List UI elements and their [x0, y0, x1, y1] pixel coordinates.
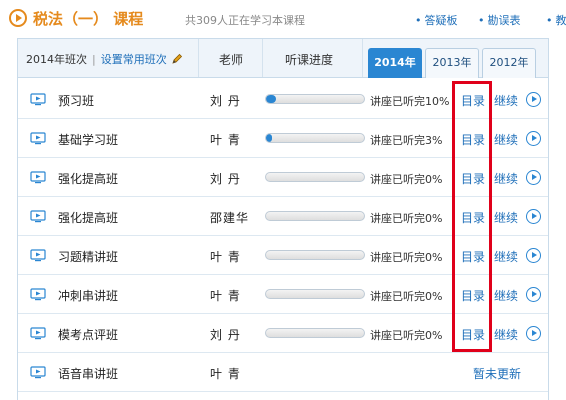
video-lecture-icon [30, 132, 46, 145]
menu-link[interactable]: 目录 [461, 170, 485, 187]
continue-link[interactable]: 继续 [494, 92, 518, 109]
errata-link[interactable]: • 勘误表 [478, 12, 521, 28]
play-icon[interactable] [526, 209, 541, 224]
teacher-name: 刘 丹 [210, 328, 241, 342]
class-name[interactable]: 习题精讲班 [58, 248, 118, 265]
progress-bar [265, 172, 365, 182]
table-row: 预习班 刘 丹 讲座已听完10% 目录 继续 [18, 80, 548, 119]
menu-link[interactable]: 目录 [461, 326, 485, 343]
course-title: 税法（一） 课程 [33, 10, 144, 28]
class-year-label: 2014年班次 | 设置常用班次 [26, 51, 183, 67]
link-separator [490, 249, 491, 262]
teacher-column-header: 老师 [219, 53, 244, 67]
class-name[interactable]: 模考点评班 [58, 326, 118, 343]
tab-2012[interactable]: 2012年 [482, 48, 536, 78]
progress-bar [265, 94, 365, 104]
pencil-icon[interactable] [171, 53, 183, 65]
link-separator [490, 210, 491, 223]
video-lecture-icon [30, 93, 46, 106]
progress-text: 讲座已听完0% [370, 251, 443, 264]
teaching-link[interactable]: • 教 [546, 12, 566, 28]
progress-text: 讲座已听完0% [370, 212, 443, 225]
teacher-name: 叶 青 [210, 133, 241, 147]
progress-bar [265, 250, 365, 260]
play-icon[interactable] [526, 326, 541, 341]
continue-link[interactable]: 继续 [494, 209, 518, 226]
progress-column-header: 听课进度 [285, 53, 334, 67]
tab-2014[interactable]: 2014年 [368, 48, 422, 78]
link-separator [490, 171, 491, 184]
video-lecture-icon [30, 366, 46, 379]
class-name[interactable]: 冲刺串讲班 [58, 287, 118, 304]
play-icon[interactable] [526, 131, 541, 146]
play-icon[interactable] [526, 248, 541, 263]
set-common-class-link[interactable]: 设置常用班次 [101, 53, 167, 66]
progress-text: 讲座已听完0% [370, 173, 443, 186]
link-separator [490, 288, 491, 301]
link-separator [490, 93, 491, 106]
menu-link[interactable]: 目录 [461, 248, 485, 265]
continue-link[interactable]: 继续 [494, 170, 518, 187]
table-row: 强化提高班 邵建华 讲座已听完0% 目录 继续 [18, 197, 548, 236]
class-table: 2014年班次 | 设置常用班次 老师 听课进度 2014年 2013年 2012年… [17, 38, 549, 400]
video-lecture-icon [30, 327, 46, 340]
continue-link[interactable]: 继续 [494, 248, 518, 265]
menu-link[interactable]: 目录 [461, 209, 485, 226]
video-lecture-icon [30, 171, 46, 184]
table-header: 2014年班次 | 设置常用班次 老师 听课进度 2014年 2013年 2012年 [18, 38, 548, 78]
link-separator [490, 327, 491, 340]
teacher-name: 邵建华 [210, 211, 250, 225]
table-row: 模考点评班 刘 丹 讲座已听完0% 目录 继续 [18, 314, 548, 353]
tab-2013[interactable]: 2013年 [425, 48, 479, 78]
play-icon[interactable] [526, 170, 541, 185]
progress-bar [265, 211, 365, 221]
course-topbar: 税法（一） 课程 共309人正在学习本课程 • 答疑板 • 勘误表 • 教 [0, 0, 566, 38]
qa-board-link[interactable]: • 答疑板 [415, 12, 458, 28]
menu-link[interactable]: 目录 [461, 287, 485, 304]
continue-link[interactable]: 继续 [494, 326, 518, 343]
table-row: 习题精讲班 叶 青 讲座已听完0% 目录 继续 [18, 236, 548, 275]
video-lecture-icon [30, 210, 46, 223]
play-circle-icon [9, 9, 27, 27]
class-name[interactable]: 强化提高班 [58, 170, 118, 187]
learner-count: 共309人正在学习本课程 [185, 14, 305, 27]
table-row: 冲刺串讲班 叶 青 讲座已听完0% 目录 继续 [18, 275, 548, 314]
table-row: 强化提高班 刘 丹 讲座已听完0% 目录 继续 [18, 158, 548, 197]
continue-link[interactable]: 继续 [494, 287, 518, 304]
class-name[interactable]: 基础学习班 [58, 131, 118, 148]
class-name[interactable]: 强化提高班 [58, 209, 118, 226]
teacher-name: 叶 青 [210, 250, 241, 264]
continue-link[interactable]: 继续 [494, 131, 518, 148]
progress-bar [265, 133, 365, 143]
play-icon[interactable] [526, 92, 541, 107]
play-icon[interactable] [526, 287, 541, 302]
progress-bar [265, 289, 365, 299]
progress-text: 讲座已听完3% [370, 134, 443, 147]
class-name[interactable]: 语音串讲班 [58, 365, 118, 382]
table-row: 语音串讲班 叶 青 暂未更新 [18, 353, 548, 392]
teacher-name: 叶 青 [210, 289, 241, 303]
menu-link[interactable]: 目录 [461, 92, 485, 109]
teacher-name: 叶 青 [210, 367, 241, 381]
not-updated-label: 暂未更新 [473, 367, 522, 381]
progress-text: 讲座已听完10% [370, 95, 450, 108]
progress-text: 讲座已听完0% [370, 290, 443, 303]
video-lecture-icon [30, 288, 46, 301]
table-row: 基础学习班 叶 青 讲座已听完3% 目录 继续 [18, 119, 548, 158]
progress-bar [265, 328, 365, 338]
progress-text: 讲座已听完0% [370, 329, 443, 342]
teacher-name: 刘 丹 [210, 94, 241, 108]
teacher-name: 刘 丹 [210, 172, 241, 186]
menu-link[interactable]: 目录 [461, 131, 485, 148]
video-lecture-icon [30, 249, 46, 262]
class-name[interactable]: 预习班 [58, 92, 94, 109]
link-separator [490, 132, 491, 145]
